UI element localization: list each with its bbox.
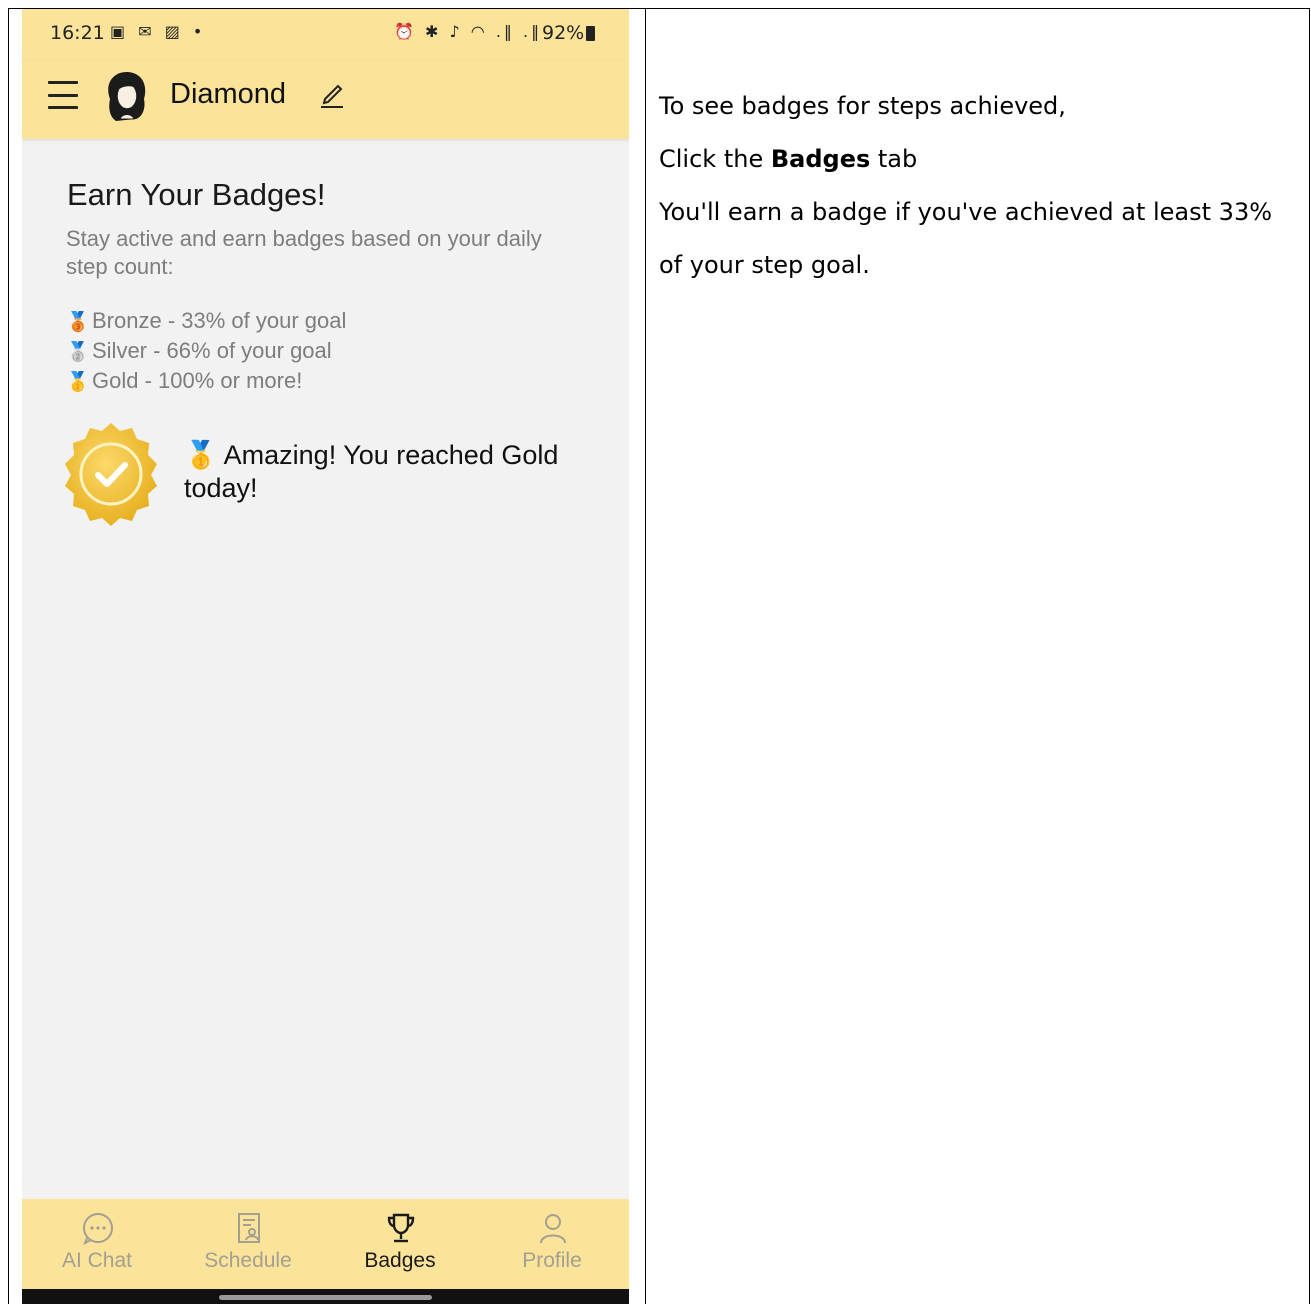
bottom-navigation: AI Chat Schedule Badges Profile [22, 1199, 629, 1289]
tab-badges[interactable]: Badges [325, 1199, 475, 1289]
tab-ai-chat[interactable]: AI Chat [22, 1199, 172, 1289]
gold-medal-icon: 🥇 [66, 372, 90, 393]
silver-medal-icon: 🥈 [66, 342, 90, 363]
achievement-text: Amazing! You reached Gold today! [184, 440, 559, 503]
nav-label: Badges [364, 1249, 436, 1272]
notification-icons: ▣ ✉ ▨ • [110, 22, 207, 41]
badge-tier-list: 🥉 Bronze - 33% of your goal 🥈 Silver - 66%… [66, 307, 346, 397]
system-status-icons: ⏰ ✱ ♪ ◠ .‖ .‖ [394, 22, 543, 41]
person-icon [540, 1214, 566, 1244]
badges-description: Stay active and earn badges based on you… [66, 226, 542, 279]
achievement-message: 🥇 Amazing! You reached Gold today! [184, 439, 584, 505]
nav-label: AI Chat [61, 1249, 133, 1272]
gesture-bar [22, 1289, 629, 1304]
hamburger-menu-icon[interactable] [48, 81, 78, 109]
nav-label: Profile [522, 1249, 582, 1272]
tier-silver: 🥈 Silver - 66% of your goal [66, 337, 346, 367]
instruction-line: You'll earn a badge if you've achieved a… [659, 198, 1273, 226]
avatar[interactable] [102, 69, 150, 125]
tab-profile[interactable]: Profile [477, 1199, 627, 1289]
chat-bubble-icon [83, 1213, 113, 1245]
bronze-medal-icon: 🥉 [66, 312, 90, 333]
instruction-line: To see badges for steps achieved, [659, 92, 1066, 120]
home-gesture-handle[interactable] [219, 1295, 432, 1300]
tier-label: Gold - 100% or more! [92, 368, 303, 393]
user-name: Diamond [170, 78, 287, 110]
app-header: Diamond [22, 61, 629, 139]
instruction-text: Click the [659, 145, 771, 173]
phone-screenshot: 16:21 ▣ ✉ ▨ • ⏰ ✱ ♪ ◠ .‖ .‖ 92% Diamond … [22, 9, 629, 1304]
tier-gold: 🥇 Gold - 100% or more! [66, 367, 346, 397]
trophy-icon [387, 1213, 415, 1243]
nav-label: Schedule [204, 1249, 292, 1272]
gold-badge-check-icon [65, 423, 157, 526]
column-divider [645, 8, 646, 1304]
instruction-line: Click the Badges tab [659, 133, 1299, 186]
edit-pencil-icon[interactable] [318, 79, 346, 109]
tab-schedule[interactable]: Schedule [173, 1199, 323, 1289]
status-time: 16:21 [50, 22, 105, 44]
instruction-line: of your step goal. [659, 251, 870, 279]
battery-icon [586, 26, 596, 41]
tier-label: Silver - 66% of your goal [92, 338, 332, 363]
schedule-document-icon [238, 1213, 260, 1243]
battery-status: 92% [542, 22, 596, 44]
instruction-bold-text: Badges [770, 145, 871, 173]
tier-bronze: 🥉 Bronze - 33% of your goal [66, 307, 346, 337]
instruction-text: tab [870, 145, 918, 173]
status-bar: 16:21 ▣ ✉ ▨ • ⏰ ✱ ♪ ◠ .‖ .‖ 92% [22, 9, 629, 61]
gold-medal-icon: 🥇 [184, 440, 218, 470]
tier-label: Bronze - 33% of your goal [92, 308, 347, 333]
battery-percent: 92% [542, 22, 585, 44]
page-title: Earn Your Badges! [67, 177, 326, 212]
instructions-panel: To see badges for steps achieved, Click … [659, 80, 1299, 292]
